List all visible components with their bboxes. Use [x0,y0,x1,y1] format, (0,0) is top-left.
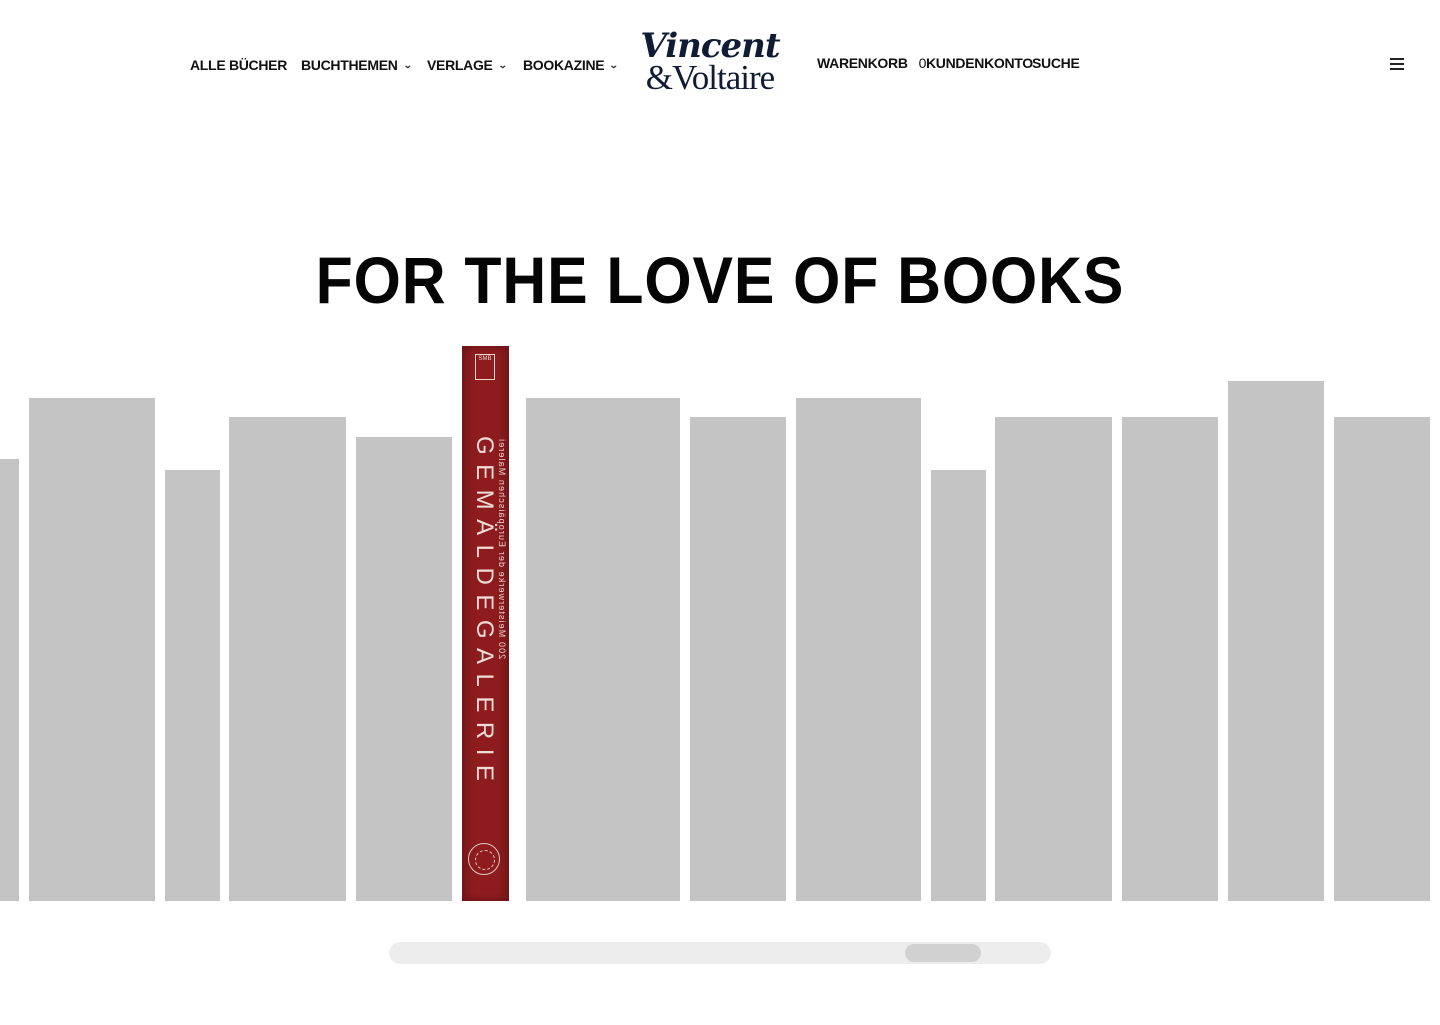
spine-text: GEMÄLDEGALERIE 200 Meisterwerke der Euro… [462,346,509,901]
book-title: GEMÄLDEGALERIE [471,436,498,791]
book-placeholder[interactable] [1228,381,1324,901]
featured-book-spine[interactable]: SMB GEMÄLDEGALERIE 200 Meisterwerke der … [462,346,509,901]
book-placeholder[interactable] [796,398,921,901]
book-placeholder[interactable] [29,398,155,901]
book-placeholder[interactable] [1122,417,1218,901]
shelf-scrollbar[interactable] [389,942,1051,964]
book-placeholder[interactable] [995,417,1112,901]
seal-icon [468,843,500,875]
book-placeholder[interactable] [526,398,680,901]
book-placeholder[interactable] [165,470,220,901]
book-placeholder[interactable] [690,417,786,901]
book-placeholder[interactable] [0,459,19,901]
book-placeholder[interactable] [356,437,452,901]
book-placeholder[interactable] [229,417,346,901]
book-subtitle: 200 Meisterwerke der Europäischen Malere… [497,438,507,660]
book-placeholder[interactable] [931,470,986,901]
scrollbar-thumb[interactable] [905,944,981,962]
bookshelf-carousel: SMB GEMÄLDEGALERIE 200 Meisterwerke der … [0,0,1440,1025]
book-placeholder[interactable] [1334,417,1430,901]
